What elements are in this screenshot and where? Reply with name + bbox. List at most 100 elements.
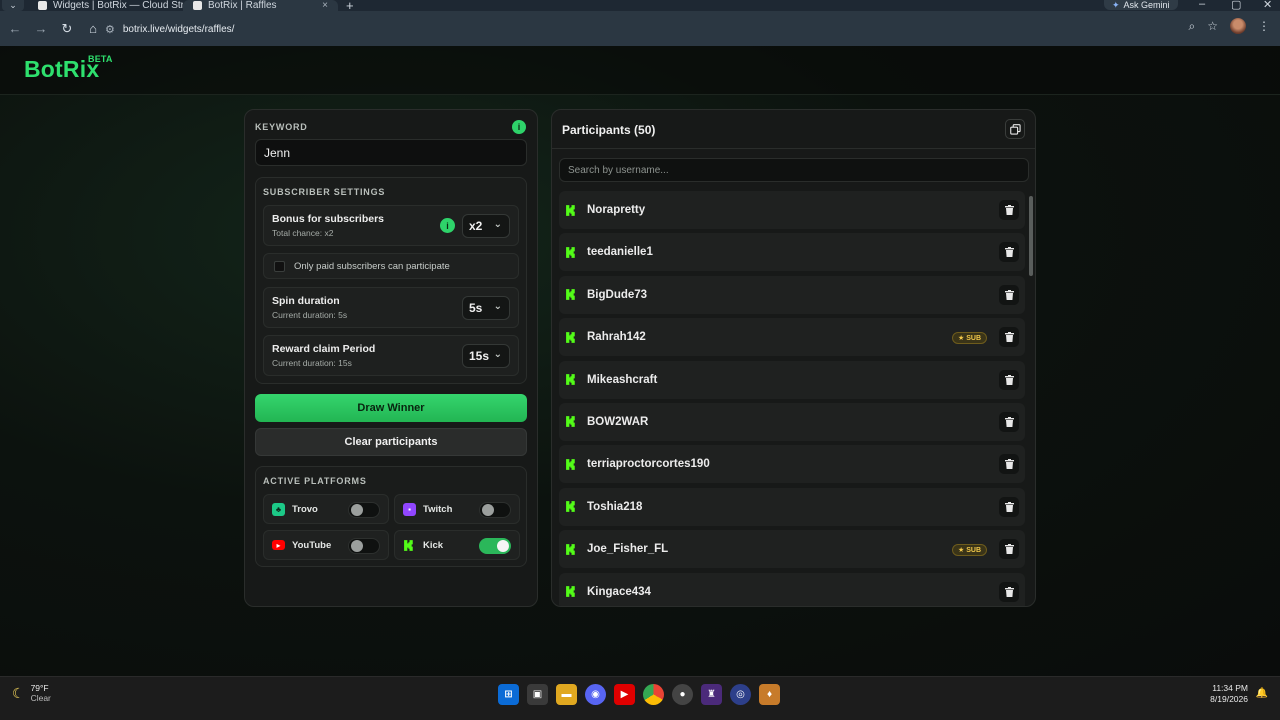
participant-search-input[interactable]: Search by username...	[559, 158, 1029, 182]
game-app-icon[interactable]: ♜	[701, 684, 722, 705]
browser-tab-raffles[interactable]: BotRix | Raffles ×	[183, 0, 338, 11]
bonus-multiplier-select[interactable]: x2 ⌄	[462, 214, 510, 238]
paid-only-label: Only paid subscribers can participate	[294, 260, 450, 272]
site-settings-icon[interactable]: ⚙	[105, 23, 115, 36]
platform-name: Trovo	[292, 503, 318, 515]
participant-row[interactable]: Kingace434	[559, 572, 1025, 606]
paid-only-row[interactable]: Only paid subscribers can participate	[263, 253, 519, 279]
participant-row[interactable]: BigDude73	[559, 275, 1025, 314]
bookmark-star-icon[interactable]: ☆	[1207, 19, 1218, 33]
botrix-favicon-icon	[193, 1, 202, 10]
clear-participants-button[interactable]: Clear participants	[255, 428, 527, 456]
slots-app-icon[interactable]: ♦	[759, 684, 780, 705]
trash-icon	[1004, 501, 1014, 512]
reward-claim-select[interactable]: 15s ⌄	[462, 344, 510, 368]
address-bar[interactable]: ⚙ botrix.live/widgets/raffles/	[105, 16, 1225, 42]
bonus-subtitle: Total chance: x2	[272, 228, 334, 238]
participant-list: Norapretty teedanielle1 BigDude73 Rahrah142…	[559, 191, 1025, 606]
draw-winner-button[interactable]: Draw Winner	[255, 394, 527, 422]
kick-toggle[interactable]	[479, 538, 511, 554]
copy-icon[interactable]	[1005, 119, 1025, 139]
close-window-icon[interactable]: ✕	[1263, 0, 1272, 11]
globe-app-icon[interactable]: ◎	[730, 684, 751, 705]
bonus-info-icon[interactable]: i	[440, 218, 455, 233]
participant-scrollbar[interactable]	[1029, 191, 1033, 601]
sub-badge: ★ SUB	[951, 544, 987, 557]
windows-start-icon[interactable]: ⊞	[498, 684, 519, 705]
forward-icon[interactable]: →	[28, 16, 54, 42]
platform-name: Kick	[423, 539, 444, 551]
discord-icon[interactable]: ◉	[585, 684, 606, 705]
bonus-multiplier-value: x2	[469, 219, 483, 233]
gemini-sparkle-icon: ✦	[1112, 0, 1120, 10]
remove-participant-button[interactable]	[999, 454, 1019, 475]
platform-youtube: ▸ YouTube	[263, 530, 389, 560]
participant-row[interactable]: Rahrah142 ★ SUB	[559, 318, 1025, 357]
remove-participant-button[interactable]	[999, 327, 1019, 348]
menu-kebab-icon[interactable]: ⋮	[1258, 19, 1270, 33]
remove-participant-button[interactable]	[999, 284, 1019, 305]
weather-widget[interactable]: ☾ 79°F Clear	[12, 683, 51, 703]
kick-icon	[566, 204, 575, 216]
remove-participant-button[interactable]	[999, 369, 1019, 390]
remove-participant-button[interactable]	[999, 581, 1019, 602]
browser-tab-widgets[interactable]: Widgets | BotRix — Cloud Strea ×	[28, 0, 183, 11]
remove-participant-button[interactable]	[999, 539, 1019, 560]
bonus-subscribers-row: Bonus for subscribers Total chance: x2 i…	[263, 205, 519, 246]
twitch-toggle[interactable]	[479, 502, 511, 518]
participant-row[interactable]: terriaproctorcortes190	[559, 445, 1025, 484]
scrollbar-thumb[interactable]	[1029, 196, 1033, 276]
tab-search-chevron-icon[interactable]: ⌄	[2, 0, 24, 11]
remove-participant-button[interactable]	[999, 242, 1019, 263]
participant-name: Rahrah142	[587, 331, 646, 344]
spin-duration-value: 5s	[469, 301, 483, 315]
maximize-icon[interactable]: ▢	[1231, 0, 1241, 11]
participant-row[interactable]: BOW2WAR	[559, 402, 1025, 441]
trash-icon	[1004, 205, 1014, 215]
spin-duration-select[interactable]: 5s ⌄	[462, 296, 510, 320]
taskbar-apps: ⊞ ▣ ▬ ◉ ▶ ● ♜ ◎ ♦	[498, 684, 780, 705]
participant-row[interactable]: teedanielle1	[559, 233, 1025, 272]
remove-participant-button[interactable]	[999, 411, 1019, 432]
chrome-icon[interactable]	[643, 684, 664, 705]
home-icon[interactable]: ⌂	[80, 16, 106, 42]
back-icon[interactable]: ←	[2, 16, 28, 42]
url-text: botrix.live/widgets/raffles/	[122, 23, 235, 35]
participant-row[interactable]: Mikeashcraft	[559, 360, 1025, 399]
participant-name: BigDude73	[587, 288, 648, 301]
kick-icon	[566, 586, 575, 597]
youtube-toggle[interactable]	[348, 538, 380, 554]
close-tab-icon[interactable]: ×	[322, 0, 328, 11]
system-clock[interactable]: 11:34 PM 8/19/2026	[1210, 683, 1248, 705]
participant-row[interactable]: Joe_Fisher_FL ★ SUB	[559, 530, 1025, 569]
profile-avatar[interactable]	[1230, 18, 1246, 34]
obs-icon[interactable]: ●	[672, 684, 693, 705]
weather-temp: 79°F	[30, 683, 49, 693]
minimize-icon[interactable]: –	[1199, 0, 1205, 10]
remove-participant-button[interactable]	[999, 200, 1019, 220]
keyword-info-icon[interactable]: i	[512, 120, 526, 134]
trovo-icon: ♣	[272, 502, 285, 516]
youtube-app-icon[interactable]: ▶	[614, 684, 635, 705]
ask-gemini-button[interactable]: ✦ Ask Gemini	[1104, 0, 1178, 10]
task-view-icon[interactable]: ▣	[527, 684, 548, 705]
participant-row[interactable]: Toshia218	[559, 487, 1025, 526]
botrix-logo[interactable]: BotRix BETA	[24, 54, 112, 83]
keyword-input[interactable]: Jenn	[255, 139, 527, 166]
participant-name: Mikeashcraft	[587, 373, 658, 386]
file-explorer-icon[interactable]: ▬	[556, 684, 577, 705]
trash-icon	[1004, 374, 1014, 385]
toggle-knob	[497, 540, 509, 552]
trovo-toggle[interactable]	[348, 502, 380, 518]
notification-bell-icon[interactable]: 🔔	[1256, 688, 1268, 699]
twitch-icon: ▪	[403, 502, 416, 516]
chevron-down-icon: ⌄	[493, 301, 502, 312]
remove-participant-button[interactable]	[999, 496, 1019, 517]
browser-tab-bar: ⌄ Widgets | BotRix — Cloud Strea × BotRi…	[0, 0, 1280, 11]
reload-icon[interactable]: ↻	[54, 16, 80, 42]
paid-only-checkbox[interactable]	[274, 260, 285, 272]
spin-title: Spin duration	[272, 295, 340, 307]
zoom-icon[interactable]: ⌕	[1189, 19, 1196, 34]
new-tab-button[interactable]: +	[338, 0, 362, 11]
participant-row[interactable]: Norapretty	[559, 191, 1025, 229]
